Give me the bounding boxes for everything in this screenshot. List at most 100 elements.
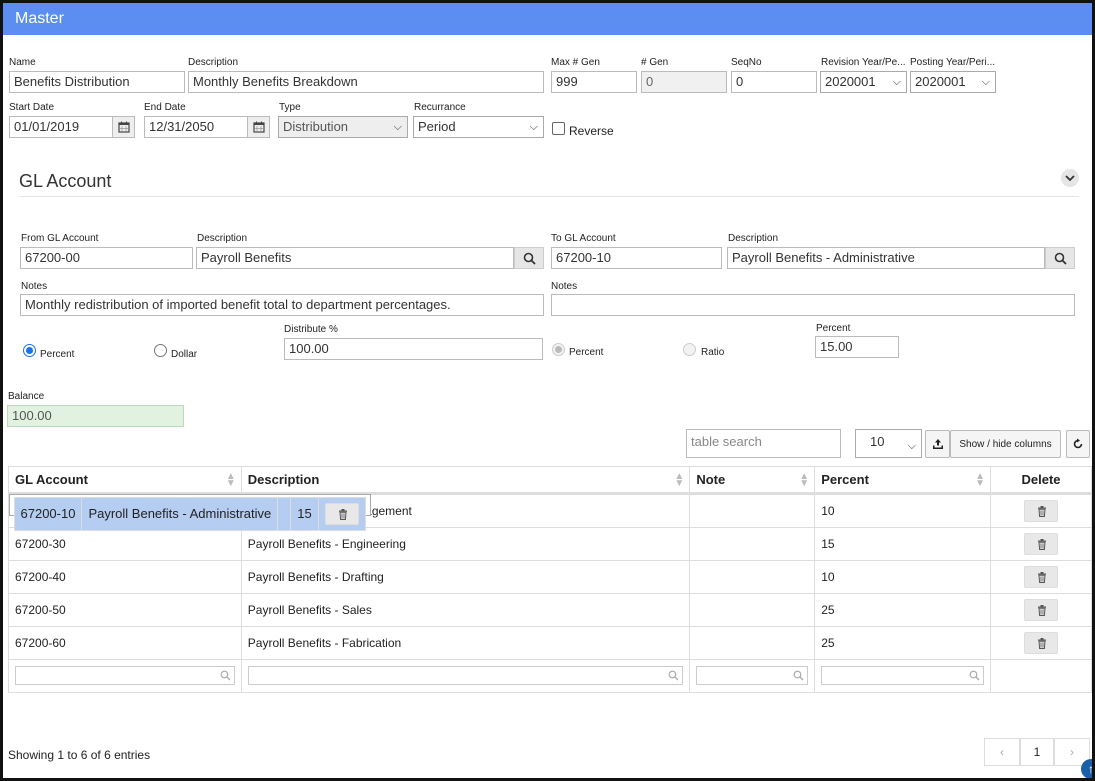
filter-cell bbox=[689, 658, 816, 693]
percent-input[interactable]: 15.00 bbox=[815, 336, 899, 358]
refresh-icon[interactable] bbox=[1066, 430, 1090, 458]
master-window: Master Name Benefits Distribution Descri… bbox=[0, 0, 1095, 781]
cell-note bbox=[689, 493, 816, 528]
show-hide-columns-button[interactable]: Show / hide columns bbox=[950, 430, 1061, 458]
column-header-gl-account[interactable]: GL Account ▲ ▼ bbox=[8, 466, 242, 494]
table-row[interactable]: 67200-50 Payroll Benefits - Sales 25 bbox=[8, 592, 1092, 627]
from-description-label: Description bbox=[197, 233, 248, 244]
ratio-radio-label: Ratio bbox=[701, 347, 725, 358]
cell-delete bbox=[990, 625, 1092, 660]
description-input[interactable]: Monthly Benefits Breakdown bbox=[188, 71, 544, 93]
table-row[interactable]: 67200-10 Payroll Benefits - Administrati… bbox=[8, 493, 371, 531]
cell-description: Payroll Benefits - Drafting bbox=[240, 559, 691, 594]
table-header-row: GL Account ▲ ▼ Description ▲ ▼ Note ▲ ▼ Percen… bbox=[8, 466, 1092, 494]
notes-left-input[interactable]: Monthly redistribution of imported benef… bbox=[20, 294, 544, 316]
cell-note bbox=[689, 559, 816, 594]
recurrance-value: Period bbox=[418, 119, 456, 134]
from-account-label: From GL Account bbox=[21, 233, 99, 244]
start-date-input[interactable]: 01/01/2019 bbox=[9, 116, 113, 138]
collapse-icon[interactable] bbox=[1061, 169, 1079, 187]
search-icon[interactable] bbox=[514, 247, 544, 269]
trash-icon[interactable] bbox=[1024, 631, 1059, 654]
column-header-description[interactable]: Description ▲ ▼ bbox=[240, 466, 691, 494]
percent-radio-left[interactable] bbox=[23, 344, 36, 357]
sort-icon: ▲ ▼ bbox=[674, 471, 685, 489]
help-icon[interactable]: ↑ bbox=[1081, 759, 1092, 778]
search-icon[interactable] bbox=[1045, 247, 1075, 269]
calendar-icon[interactable] bbox=[113, 116, 135, 138]
max-gen-input[interactable]: 999 bbox=[551, 71, 637, 93]
cell-percent: 15 bbox=[290, 496, 319, 531]
type-label: Type bbox=[279, 102, 301, 113]
cell-percent: 10 bbox=[814, 493, 992, 528]
chevron-down-icon: ⌵ bbox=[393, 121, 402, 133]
sort-icon: ▲ ▼ bbox=[799, 471, 810, 489]
trash-icon[interactable] bbox=[1024, 598, 1059, 621]
name-input[interactable]: Benefits Distribution bbox=[9, 71, 185, 93]
column-header-note[interactable]: Note ▲ ▼ bbox=[689, 466, 816, 494]
cell-note bbox=[689, 526, 816, 561]
entries-info: Showing 1 to 6 of 6 entries bbox=[8, 748, 151, 762]
end-date-input[interactable]: 12/31/2050 bbox=[144, 116, 248, 138]
percent-radio-right-label: Percent bbox=[569, 347, 604, 358]
to-account-input[interactable]: 67200-10 bbox=[551, 247, 722, 269]
column-header-delete: Delete bbox=[990, 466, 1092, 494]
filter-input-percent[interactable] bbox=[821, 666, 985, 685]
from-description-input[interactable]: Payroll Benefits bbox=[196, 247, 514, 269]
trash-icon[interactable] bbox=[1024, 565, 1059, 588]
calendar-icon[interactable] bbox=[248, 116, 270, 138]
cell-gl-account: 67200-40 bbox=[8, 559, 242, 594]
pager-prev[interactable]: ‹ bbox=[984, 738, 1020, 766]
balance-label: Balance bbox=[8, 391, 45, 402]
cell-note bbox=[689, 592, 816, 627]
posting-year-select[interactable]: 2020001 ⌵ bbox=[910, 71, 996, 93]
trash-icon[interactable] bbox=[1024, 499, 1059, 522]
table-row[interactable]: 67200-60 Payroll Benefits - Fabrication … bbox=[8, 625, 1092, 660]
distribute-label: Distribute % bbox=[284, 324, 338, 335]
reverse-checkbox[interactable] bbox=[552, 122, 565, 135]
seqno-input[interactable]: 0 bbox=[731, 71, 817, 93]
cell-gl-account: 67200-10 bbox=[13, 496, 83, 531]
description-label: Description bbox=[188, 57, 239, 68]
upload-icon[interactable] bbox=[925, 430, 950, 458]
trash-icon[interactable] bbox=[324, 502, 359, 525]
search-icon bbox=[220, 670, 231, 681]
revision-year-value: 2020001 bbox=[825, 74, 876, 89]
filter-input-note[interactable] bbox=[696, 666, 809, 685]
cell-note bbox=[689, 625, 816, 660]
filter-cell bbox=[990, 658, 1092, 693]
filter-row bbox=[8, 658, 1092, 693]
filter-input-gl-account[interactable] bbox=[15, 666, 235, 685]
posting-year-value: 2020001 bbox=[915, 74, 966, 89]
table-search-input[interactable]: table search bbox=[686, 429, 841, 458]
filter-input-description[interactable] bbox=[247, 666, 684, 685]
dollar-radio[interactable] bbox=[154, 344, 167, 357]
trash-icon[interactable] bbox=[1024, 532, 1059, 555]
cell-percent: 25 bbox=[814, 592, 992, 627]
type-value: Distribution bbox=[283, 119, 349, 134]
column-header-percent[interactable]: Percent ▲ ▼ bbox=[814, 466, 992, 494]
pager-page-1[interactable]: 1 bbox=[1020, 738, 1054, 766]
notes-right-input[interactable] bbox=[551, 294, 1075, 316]
revision-year-label: Revision Year/Pe... bbox=[821, 57, 906, 68]
table-row[interactable]: 67200-30 Payroll Benefits - Engineering … bbox=[8, 526, 1092, 561]
gen-label: # Gen bbox=[641, 57, 669, 68]
window-title: Master bbox=[3, 3, 1092, 35]
percent-label: Percent bbox=[816, 323, 851, 334]
to-description-input[interactable]: Payroll Benefits - Administrative bbox=[727, 247, 1045, 269]
page-size-select[interactable]: 10 ⌵ bbox=[855, 429, 922, 458]
cell-delete bbox=[990, 559, 1092, 594]
revision-year-select[interactable]: 2020001 ⌵ bbox=[820, 71, 907, 93]
recurrance-select[interactable]: Period ⌵ bbox=[413, 116, 544, 138]
table-row[interactable]: 67200-40 Payroll Benefits - Drafting 10 bbox=[8, 559, 1092, 594]
ratio-radio bbox=[683, 343, 696, 356]
cell-gl-account: 67200-50 bbox=[8, 592, 242, 627]
chevron-down-icon: ⌵ bbox=[981, 76, 990, 88]
distribute-input[interactable]: 100.00 bbox=[284, 338, 543, 360]
dollar-radio-label: Dollar bbox=[171, 349, 198, 360]
cell-percent: 15 bbox=[814, 526, 992, 561]
filter-cell bbox=[814, 658, 992, 693]
cell-description: Payroll Benefits - Sales bbox=[240, 592, 691, 627]
from-account-input[interactable]: 67200-00 bbox=[20, 247, 193, 269]
type-select[interactable]: Distribution ⌵ bbox=[278, 116, 408, 138]
